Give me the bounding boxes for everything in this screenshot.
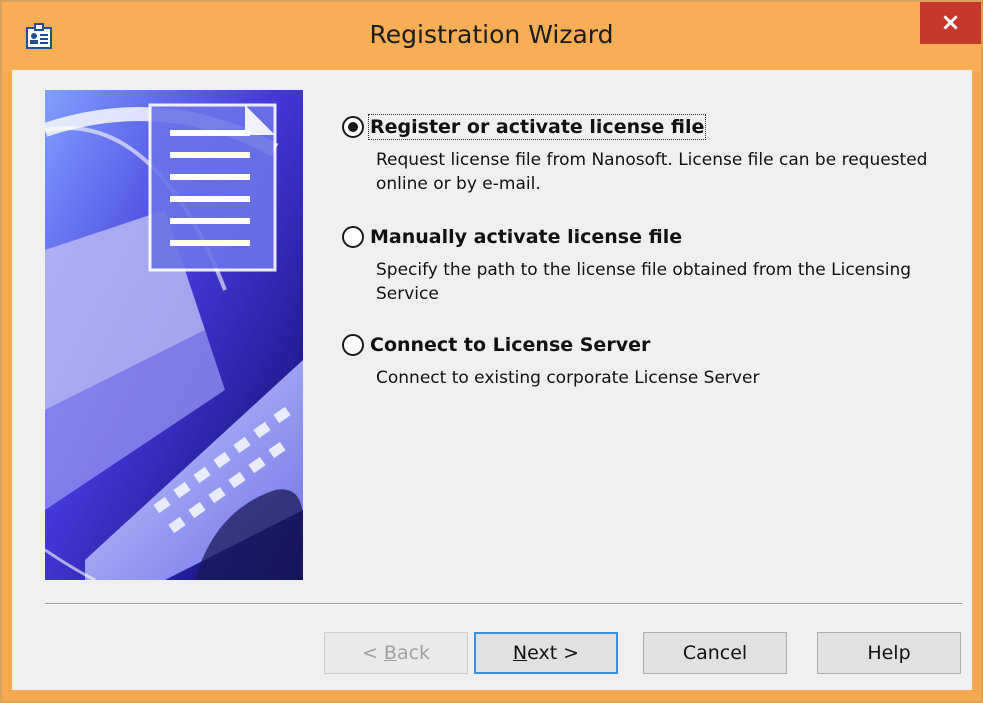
option-license-server: Connect to License Server Connect to exi… <box>342 328 952 408</box>
registration-wizard-window: Registration Wizard × Register or activa… <box>0 0 983 703</box>
cancel-button-label: Cancel <box>682 642 748 664</box>
radio-manual-activate[interactable] <box>342 226 364 248</box>
next-button-accesskey: N <box>512 642 528 664</box>
option-register-activate: Register or activate license file Reques… <box>342 110 952 220</box>
option-manual-activate-row[interactable]: Manually activate license file <box>342 220 952 254</box>
next-button[interactable]: Next > <box>474 632 618 674</box>
option-license-server-label[interactable]: Connect to License Server <box>370 334 650 356</box>
option-manual-activate-label[interactable]: Manually activate license file <box>370 226 682 248</box>
back-button[interactable]: < Back <box>324 632 468 674</box>
help-button[interactable]: Help <box>817 632 961 674</box>
title-bar[interactable]: Registration Wizard × <box>2 2 981 72</box>
back-button-prefix: < <box>361 642 384 664</box>
option-manual-activate: Manually activate license file Specify t… <box>342 220 952 328</box>
radio-license-server[interactable] <box>342 334 364 356</box>
keyboard-document-illustration <box>45 90 303 580</box>
option-license-server-description: Connect to existing corporate License Se… <box>376 368 760 388</box>
close-button[interactable]: × <box>920 2 981 44</box>
close-icon: × <box>940 8 961 36</box>
option-register-activate-description: Request license file from Nanosoft. Lice… <box>376 150 928 194</box>
cancel-button[interactable]: Cancel <box>643 632 787 674</box>
option-manual-activate-description: Specify the path to the license file obt… <box>376 260 912 304</box>
radio-register-activate[interactable] <box>342 116 364 138</box>
window-title: Registration Wizard <box>369 20 614 49</box>
next-button-label: ext > <box>527 642 580 664</box>
option-license-server-row[interactable]: Connect to License Server <box>342 328 952 362</box>
option-register-activate-label[interactable]: Register or activate license file <box>367 114 707 140</box>
back-button-accesskey: B <box>383 642 397 664</box>
license-options: Register or activate license file Reques… <box>342 110 952 408</box>
wizard-body: Register or activate license file Reques… <box>12 70 972 690</box>
back-button-label: ack <box>396 642 431 664</box>
help-button-label: Help <box>867 642 911 664</box>
option-register-activate-row[interactable]: Register or activate license file <box>342 110 952 144</box>
button-separator <box>45 603 962 605</box>
